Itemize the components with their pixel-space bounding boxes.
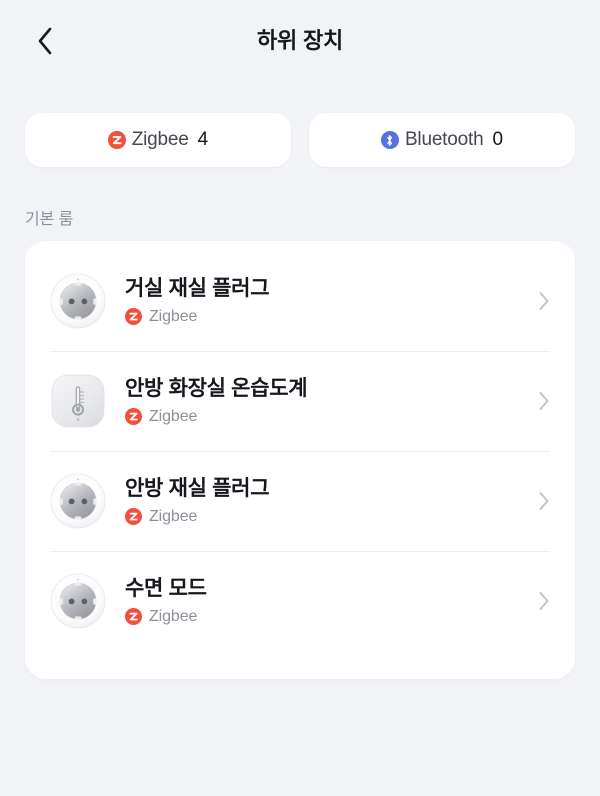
tab-bluetooth[interactable]: Bluetooth 0 [309, 113, 575, 167]
chevron-right-icon[interactable] [528, 291, 550, 311]
device-name: 안방 화장실 온습도계 [125, 377, 308, 401]
device-protocol-label: Zigbee [149, 507, 198, 525]
table-row[interactable]: 안방 재실 플러그 Zigbee [25, 451, 575, 551]
tab-zigbee-label: Zigbee [131, 129, 189, 150]
device-protocol-label: Zigbee [149, 607, 198, 625]
bluetooth-icon [380, 131, 399, 149]
chevron-right-icon[interactable] [528, 591, 550, 611]
table-row[interactable]: 수면 모드 Zigbee [25, 551, 575, 651]
smart-plug-icon [50, 573, 106, 629]
back-button[interactable] [22, 18, 68, 64]
device-protocol: Zigbee [125, 608, 528, 626]
protocol-tab-row: Zigbee 4 Bluetooth 0 [0, 113, 600, 167]
tab-bluetooth-count: 0 [492, 129, 504, 150]
table-row[interactable]: 거실 재실 플러그 Zigbee [25, 251, 575, 351]
zigbee-icon [125, 308, 142, 326]
section-header-room: 기본 룸 [25, 211, 74, 228]
device-protocol: Zigbee [125, 308, 528, 326]
device-protocol: Zigbee [125, 508, 528, 526]
device-info: 거실 재실 플러그 Zigbee [125, 276, 528, 326]
table-row[interactable]: 안방 화장실 온습도계 Zigbee [25, 351, 575, 451]
zigbee-icon [107, 131, 126, 149]
device-name: 안방 재실 플러그 [125, 477, 270, 501]
device-list-card: 거실 재실 플러그 Zigbee 안방 화장실 온습도계 Zigbee 안방 재… [25, 241, 575, 679]
smart-plug-icon [50, 473, 106, 529]
navigation-bar: 하위 장치 [0, 0, 600, 82]
device-protocol-label: Zigbee [149, 307, 198, 325]
tab-zigbee-count: 4 [197, 129, 209, 150]
chevron-right-icon[interactable] [528, 491, 550, 511]
chevron-right-icon[interactable] [528, 391, 550, 411]
zigbee-icon [125, 408, 142, 426]
tab-zigbee[interactable]: Zigbee 4 [25, 113, 291, 167]
device-info: 안방 재실 플러그 Zigbee [125, 476, 528, 526]
zigbee-icon [125, 508, 142, 526]
thermo-hygrometer-icon [50, 373, 106, 429]
tab-bluetooth-label: Bluetooth [404, 129, 484, 150]
chevron-left-icon [35, 26, 55, 56]
device-info: 수면 모드 Zigbee [125, 576, 528, 626]
device-protocol-label: Zigbee [149, 407, 198, 425]
device-protocol: Zigbee [125, 408, 528, 426]
zigbee-icon [125, 608, 142, 626]
device-name: 거실 재실 플러그 [125, 277, 270, 301]
smart-plug-icon [50, 273, 106, 329]
device-info: 안방 화장실 온습도계 Zigbee [125, 376, 528, 426]
page-title: 하위 장치 [256, 28, 344, 53]
device-name: 수면 모드 [125, 577, 207, 601]
